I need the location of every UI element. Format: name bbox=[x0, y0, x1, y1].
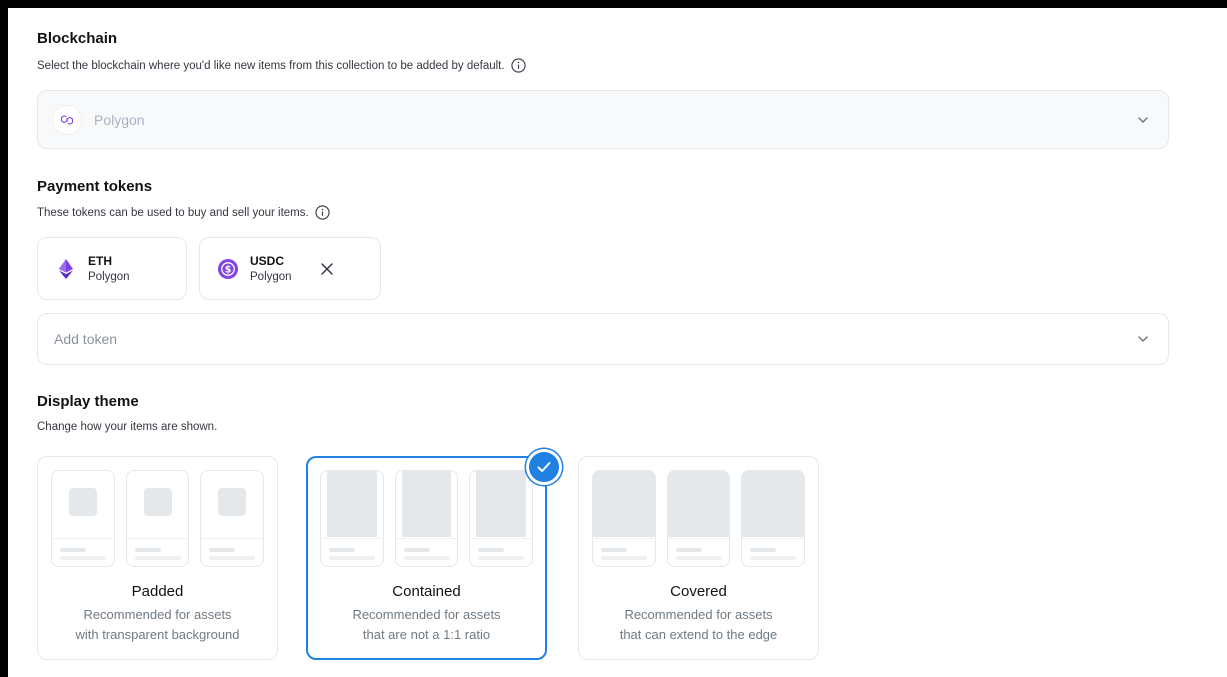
theme-option-covered[interactable]: Covered Recommended for assets that can … bbox=[578, 456, 819, 660]
token-network: Polygon bbox=[250, 271, 292, 283]
covered-preview bbox=[592, 470, 806, 567]
selected-check-icon bbox=[526, 449, 562, 485]
padded-preview bbox=[51, 470, 265, 567]
token-symbol: ETH bbox=[88, 254, 112, 268]
collection-settings-panel: Blockchain Select the blockchain where y… bbox=[8, 8, 1227, 677]
payment-tokens-description: These tokens can be used to buy and sell… bbox=[37, 205, 330, 220]
payment-tokens-title: Payment tokens bbox=[37, 178, 153, 195]
usdc-icon: $ bbox=[218, 258, 238, 279]
blockchain-select[interactable]: Polygon bbox=[37, 90, 1169, 149]
blockchain-description: Select the blockchain where you'd like n… bbox=[37, 58, 526, 73]
payment-tokens-description-text: These tokens can be used to buy and sell… bbox=[37, 206, 309, 219]
theme-description: Recommended for assets that are not a 1:… bbox=[352, 607, 501, 642]
chevron-down-icon bbox=[1138, 336, 1148, 342]
display-theme-title: Display theme bbox=[37, 393, 139, 410]
token-chip-usdc: $ USDC Polygon bbox=[199, 237, 381, 300]
info-icon[interactable] bbox=[315, 205, 330, 220]
token-network: Polygon bbox=[88, 271, 130, 283]
token-symbol: USDC bbox=[250, 254, 285, 268]
blockchain-description-text: Select the blockchain where you'd like n… bbox=[37, 59, 505, 72]
token-chip-eth: ETH Polygon bbox=[37, 237, 187, 300]
theme-name: Padded bbox=[131, 583, 184, 600]
ethereum-icon bbox=[56, 258, 76, 279]
add-token-select[interactable]: Add token bbox=[37, 313, 1169, 365]
svg-text:$: $ bbox=[225, 264, 232, 275]
display-theme-description: Change how your items are shown. bbox=[37, 421, 218, 433]
blockchain-title: Blockchain bbox=[37, 30, 118, 47]
close-icon[interactable] bbox=[320, 262, 334, 276]
info-icon[interactable] bbox=[510, 58, 526, 73]
theme-description: Recommended for assets with transparent … bbox=[75, 607, 240, 642]
add-token-placeholder: Add token bbox=[54, 331, 118, 347]
theme-option-padded[interactable]: Padded Recommended for assets with trans… bbox=[37, 456, 278, 660]
theme-option-contained[interactable]: Contained Recommended for assets that ar… bbox=[306, 456, 547, 660]
blockchain-selected-value: Polygon bbox=[94, 111, 145, 128]
chevron-down-icon bbox=[1138, 116, 1148, 123]
contained-preview bbox=[320, 470, 534, 567]
polygon-icon bbox=[52, 104, 82, 135]
theme-description: Recommended for assets that can extend t… bbox=[619, 607, 778, 642]
theme-name: Contained bbox=[392, 583, 461, 600]
theme-name: Covered bbox=[670, 583, 727, 600]
